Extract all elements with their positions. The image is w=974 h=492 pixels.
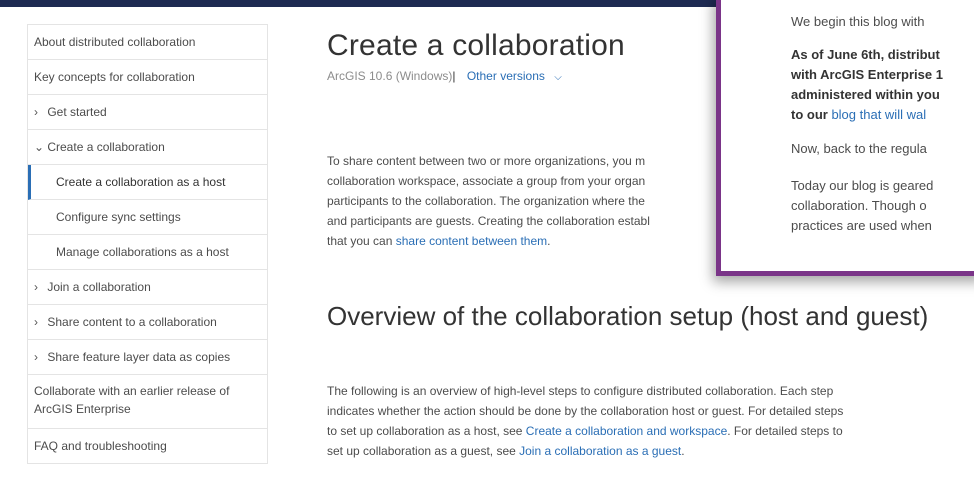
sidebar-item-label: Create a collaboration	[47, 140, 165, 154]
sidebar-item-label: FAQ and troubleshooting	[34, 439, 167, 453]
overview-line: . For detailed steps to	[727, 424, 843, 438]
overview-paragraph: The following is an overview of high-lev…	[327, 381, 974, 461]
overview-line: indicates whether the action should be d…	[327, 404, 844, 418]
chevron-down-icon: ⌄	[34, 140, 45, 154]
sidebar-item-manage-as-host[interactable]: Manage collaborations as a host	[28, 235, 267, 270]
overlay-line: to our blog that will wal	[791, 106, 926, 124]
sidebar-nav: About distributed collaboration Key conc…	[27, 24, 268, 464]
sidebar-item-share-content[interactable]: › Share content to a collaboration	[28, 305, 267, 340]
blog-link[interactable]: blog that will wal	[831, 107, 926, 122]
version-label: ArcGIS 10.6 (Windows)	[327, 69, 453, 83]
sidebar-item-label: Manage collaborations as a host	[56, 245, 229, 259]
intro-line: collaboration workspace, associate a gro…	[327, 174, 646, 188]
blog-callout-overlay: We begin this blog with As of June 6th, …	[716, 0, 974, 276]
other-versions-link[interactable]: Other versions	[467, 69, 545, 83]
overview-line: The following is an overview of high-lev…	[327, 384, 834, 398]
intro-line: .	[547, 234, 551, 248]
overlay-line: Today our blog is geared	[791, 178, 934, 193]
sidebar-item-about[interactable]: About distributed collaboration	[28, 25, 267, 60]
chevron-right-icon: ›	[34, 350, 38, 364]
create-workspace-link[interactable]: Create a collaboration and workspace	[526, 424, 727, 438]
intro-line: participants to the collaboration. The o…	[327, 194, 645, 208]
chevron-right-icon: ›	[34, 315, 38, 329]
overlay-line: administered within you	[791, 87, 940, 102]
overlay-line: We begin this blog with	[791, 14, 925, 29]
intro-line: and participants are guests. Creating th…	[327, 214, 650, 228]
sidebar-item-label: Share feature layer data as copies	[47, 350, 231, 364]
sidebar-item-create-collaboration[interactable]: ⌄ Create a collaboration	[28, 130, 267, 165]
overview-line: to set up collaboration as a host, see	[327, 424, 526, 438]
sidebar-item-label: Configure sync settings	[56, 210, 181, 224]
sidebar-item-label: Join a collaboration	[47, 280, 151, 294]
sidebar-item-faq[interactable]: FAQ and troubleshooting	[28, 429, 267, 464]
join-as-guest-link[interactable]: Join a collaboration as a guest	[519, 444, 681, 458]
chevron-right-icon: ›	[34, 105, 38, 119]
sidebar-item-share-feature-layer[interactable]: › Share feature layer data as copies	[28, 340, 267, 375]
sidebar-item-label: Create a collaboration as a host	[56, 175, 226, 189]
intro-line: that you can	[327, 234, 396, 248]
overlay-line: collaboration. Though o	[791, 198, 927, 213]
sidebar-item-earlier-release[interactable]: Collaborate with an earlier release of A…	[28, 375, 267, 429]
chevron-right-icon: ›	[34, 280, 38, 294]
intro-line: To share content between two or more org…	[327, 154, 646, 168]
version-separator: |	[452, 69, 456, 83]
overlay-line: practices are used when	[791, 218, 932, 233]
sidebar-item-key-concepts[interactable]: Key concepts for collaboration	[28, 60, 267, 95]
version-selector: ArcGIS 10.6 (Windows)| Other versions ⌵	[327, 69, 562, 83]
sidebar-item-configure-sync[interactable]: Configure sync settings	[28, 200, 267, 235]
share-content-link[interactable]: share content between them	[396, 234, 547, 248]
section-heading: Overview of the collaboration setup (hos…	[327, 301, 929, 331]
sidebar-item-join-collaboration[interactable]: › Join a collaboration	[28, 270, 267, 305]
sidebar-item-label: Share content to a collaboration	[47, 315, 217, 329]
sidebar-item-label: Key concepts for collaboration	[34, 70, 195, 84]
sidebar-item-label: Collaborate with an earlier release of A…	[34, 384, 230, 416]
overlay-line: As of June 6th, distribut	[791, 47, 940, 62]
sidebar-item-create-as-host[interactable]: Create a collaboration as a host	[28, 165, 267, 200]
page-title: Create a collaboration	[327, 29, 625, 62]
overlay-line: with ArcGIS Enterprise 1	[791, 67, 943, 82]
overlay-text: to our	[791, 107, 832, 122]
overview-line: set up collaboration as a guest, see	[327, 444, 520, 458]
overlay-line: Now, back to the regula	[791, 141, 927, 156]
sidebar-item-label: Get started	[47, 105, 107, 119]
sidebar-item-label: About distributed collaboration	[34, 35, 196, 49]
chevron-down-icon[interactable]: ⌵	[554, 72, 562, 83]
sidebar-item-get-started[interactable]: › Get started	[28, 95, 267, 130]
overview-line: .	[681, 444, 685, 458]
